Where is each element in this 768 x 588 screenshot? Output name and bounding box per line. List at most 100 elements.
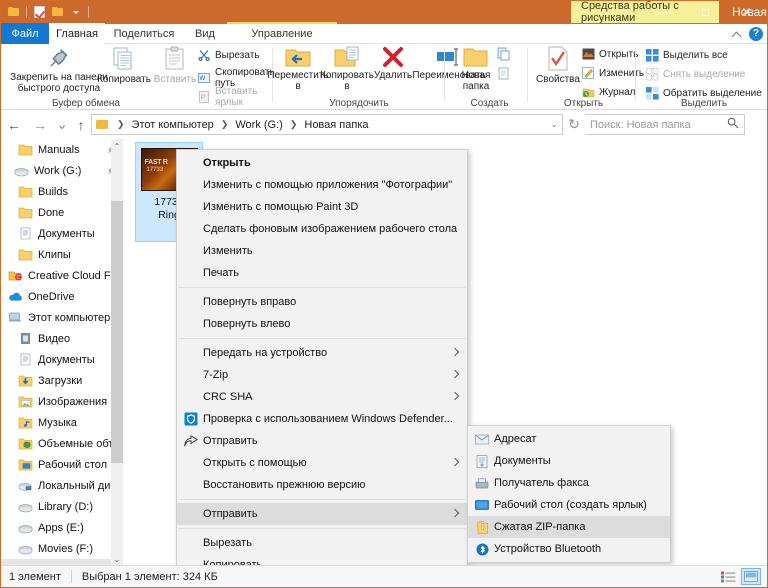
sidebar-item-6[interactable]: C Creative Cloud File bbox=[1, 265, 123, 286]
context-menu-item-12[interactable]: Отправить bbox=[177, 430, 467, 452]
tab-file[interactable]: Файл bbox=[1, 23, 49, 44]
send-to-item-4[interactable]: Сжатая ZIP-папка bbox=[468, 516, 670, 538]
context-menu-item-2[interactable]: Изменить с помощью Paint 3D bbox=[177, 196, 467, 218]
help-icon[interactable]: ? bbox=[749, 26, 763, 41]
copy-to-button[interactable]: Копировать в bbox=[320, 46, 374, 92]
breadcrumb-sep-1[interactable]: ❯ bbox=[216, 119, 234, 130]
sidebar-item-16[interactable]: Локальный диск bbox=[1, 475, 123, 496]
sidebar-item-9[interactable]: Видео bbox=[1, 328, 123, 349]
search-input[interactable]: Поиск: Новая папка bbox=[585, 114, 745, 135]
breadcrumb-sep-2[interactable]: ❯ bbox=[285, 119, 303, 130]
recent-locations-button[interactable]: ⌄ bbox=[53, 112, 71, 138]
sidebar-item-2[interactable]: Builds bbox=[1, 181, 123, 202]
context-menu-item-9[interactable]: 7-Zip bbox=[177, 364, 467, 386]
paste-button[interactable]: Вставить bbox=[151, 46, 199, 85]
context-menu-item-11[interactable]: Проверка с использованием Windows Defend… bbox=[177, 408, 467, 430]
address-dropdown-icon[interactable]: ⌄ bbox=[550, 119, 558, 130]
sidebar-item-7[interactable]: OneDrive bbox=[1, 286, 123, 307]
sidebar-item-10[interactable]: Документы bbox=[1, 349, 123, 370]
close-button[interactable]: ✕ bbox=[726, 1, 767, 23]
collapse-ribbon-icon[interactable] bbox=[732, 29, 741, 38]
new-folder-button[interactable]: Новая папка bbox=[455, 46, 497, 92]
qat-folder-icon[interactable] bbox=[6, 5, 21, 20]
sidebar-item-label: Рабочий стол bbox=[38, 458, 108, 471]
context-menu-item-0[interactable]: Открыть bbox=[177, 152, 467, 174]
sidebar-item-18[interactable]: Apps (E:) bbox=[1, 517, 123, 538]
up-button[interactable]: ↑ bbox=[71, 112, 91, 138]
context-menu-item-13[interactable]: Открыть с помощью bbox=[177, 452, 467, 474]
minimize-button[interactable]: — bbox=[644, 1, 685, 23]
nav-scroll-thumb[interactable] bbox=[111, 201, 123, 463]
details-view-button[interactable] bbox=[718, 568, 738, 585]
copy-button[interactable]: Копировать bbox=[97, 46, 151, 85]
properties-caret-icon[interactable] bbox=[555, 86, 561, 89]
send-to-item-5[interactable]: Устройство Bluetooth bbox=[468, 538, 670, 560]
sidebar-item-3[interactable]: Done bbox=[1, 202, 123, 223]
sidebar-item-4[interactable]: Документы bbox=[1, 223, 123, 244]
context-menu-item-6[interactable]: Повернуть вправо bbox=[177, 291, 467, 313]
navigation-pane[interactable]: Manuals Work (G:) Builds Done Документы Клипы… bbox=[1, 139, 123, 566]
send-to-item-0[interactable]: Адресат bbox=[468, 428, 670, 450]
pin-to-quick-access-button[interactable]: Закрепить на панели быстрого доступа bbox=[9, 46, 109, 94]
open-button[interactable]: Открыть bbox=[581, 47, 649, 61]
send-to-item-3[interactable]: Рабочий стол (создать ярлык) bbox=[468, 494, 670, 516]
tab-manage[interactable]: Управление bbox=[227, 22, 337, 44]
new-item-button[interactable] bbox=[497, 47, 521, 61]
back-button[interactable]: ← bbox=[1, 112, 27, 138]
sidebar-item-1[interactable]: Work (G:) bbox=[1, 160, 123, 181]
context-menu-item-5[interactable]: Печать bbox=[177, 262, 467, 284]
qat-dropdown-caret-icon[interactable] bbox=[68, 5, 83, 20]
sidebar-item-8[interactable]: Этот компьютер bbox=[1, 307, 123, 328]
send-to-item-2[interactable]: Получатель факса bbox=[468, 472, 670, 494]
breadcrumb-item-1[interactable]: Work (G:) bbox=[233, 118, 284, 132]
breadcrumb-item-0[interactable]: Этот компьютер bbox=[130, 118, 216, 132]
context-menu-item-10[interactable]: CRC SHA bbox=[177, 386, 467, 408]
easy-access-caret-icon[interactable] bbox=[515, 72, 521, 76]
sidebar-item-11[interactable]: Загрузки bbox=[1, 370, 123, 391]
nav-scroll-up-arrow[interactable]: ⌃ bbox=[111, 139, 123, 153]
context-menu-item-4[interactable]: Изменить bbox=[177, 240, 467, 262]
sidebar-item-14[interactable]: Объемные объе bbox=[1, 433, 123, 454]
breadcrumb-item-2[interactable]: Новая папка bbox=[302, 118, 370, 132]
refresh-button[interactable]: ↻ bbox=[563, 112, 585, 138]
context-menu-item-3[interactable]: Сделать фоновым изображением рабочего ст… bbox=[177, 218, 467, 240]
qat-properties-icon[interactable] bbox=[32, 5, 47, 20]
context-menu[interactable]: Открыть Изменить с помощью приложения "Фо… bbox=[176, 149, 468, 587]
tab-share[interactable]: Поделиться bbox=[105, 23, 183, 44]
search-icon[interactable] bbox=[727, 117, 739, 132]
qat-new-folder-icon[interactable] bbox=[50, 5, 65, 20]
history-button[interactable]: Журнал bbox=[581, 85, 636, 99]
sidebar-item-13[interactable]: Музыка bbox=[1, 412, 123, 433]
sidebar-item-19[interactable]: Movies (F:) bbox=[1, 538, 123, 559]
deselect-button[interactable]: Снять выделение bbox=[645, 67, 745, 81]
send-to-item-1[interactable]: Документы bbox=[468, 450, 670, 472]
properties-button[interactable]: Свойства bbox=[534, 46, 582, 89]
tab-view[interactable]: Вид bbox=[183, 23, 227, 44]
context-menu-item-8[interactable]: Передать на устройство bbox=[177, 342, 467, 364]
sidebar-item-5[interactable]: Клипы bbox=[1, 244, 123, 265]
address-path-field[interactable]: ❯ Этот компьютер ❯ Work (G:) ❯ Новая пап… bbox=[91, 114, 563, 135]
context-menu-item-1[interactable]: Изменить с помощью приложения "Фотографи… bbox=[177, 174, 467, 196]
sidebar-item-15[interactable]: Рабочий стол bbox=[1, 454, 123, 475]
nav-scroll-down-arrow[interactable]: ⌄ bbox=[111, 552, 123, 566]
large-icons-view-button[interactable] bbox=[741, 568, 761, 585]
paste-shortcut-button[interactable]: P Вставить ярлык bbox=[197, 86, 257, 108]
cut-button[interactable]: Вырезать bbox=[197, 48, 259, 62]
tab-home[interactable]: Главная bbox=[49, 23, 105, 44]
select-all-button[interactable]: Выделить все bbox=[645, 48, 728, 62]
context-menu-item-14[interactable]: Восстановить прежнюю версию bbox=[177, 474, 467, 496]
context-menu-item-15[interactable]: Отправить bbox=[177, 503, 467, 525]
sidebar-item-0[interactable]: Manuals bbox=[1, 139, 123, 160]
delete-button[interactable]: Удалить bbox=[371, 46, 415, 81]
send-to-submenu[interactable]: Адресат Документы Получатель факса Рабочий … bbox=[467, 425, 671, 563]
navigation-scrollbar[interactable]: ⌃ ⌄ bbox=[111, 139, 123, 566]
context-menu-item-16[interactable]: Вырезать bbox=[177, 532, 467, 554]
context-menu-item-7[interactable]: Повернуть влево bbox=[177, 313, 467, 335]
sidebar-item-12[interactable]: Изображения bbox=[1, 391, 123, 412]
maximize-button[interactable]: □ bbox=[685, 1, 726, 23]
new-item-caret-icon[interactable] bbox=[515, 52, 521, 56]
easy-access-button[interactable] bbox=[497, 67, 521, 81]
forward-button[interactable]: → bbox=[27, 112, 53, 138]
sidebar-item-17[interactable]: Library (D:) bbox=[1, 496, 123, 517]
move-to-button[interactable]: Переместить в bbox=[267, 46, 329, 92]
